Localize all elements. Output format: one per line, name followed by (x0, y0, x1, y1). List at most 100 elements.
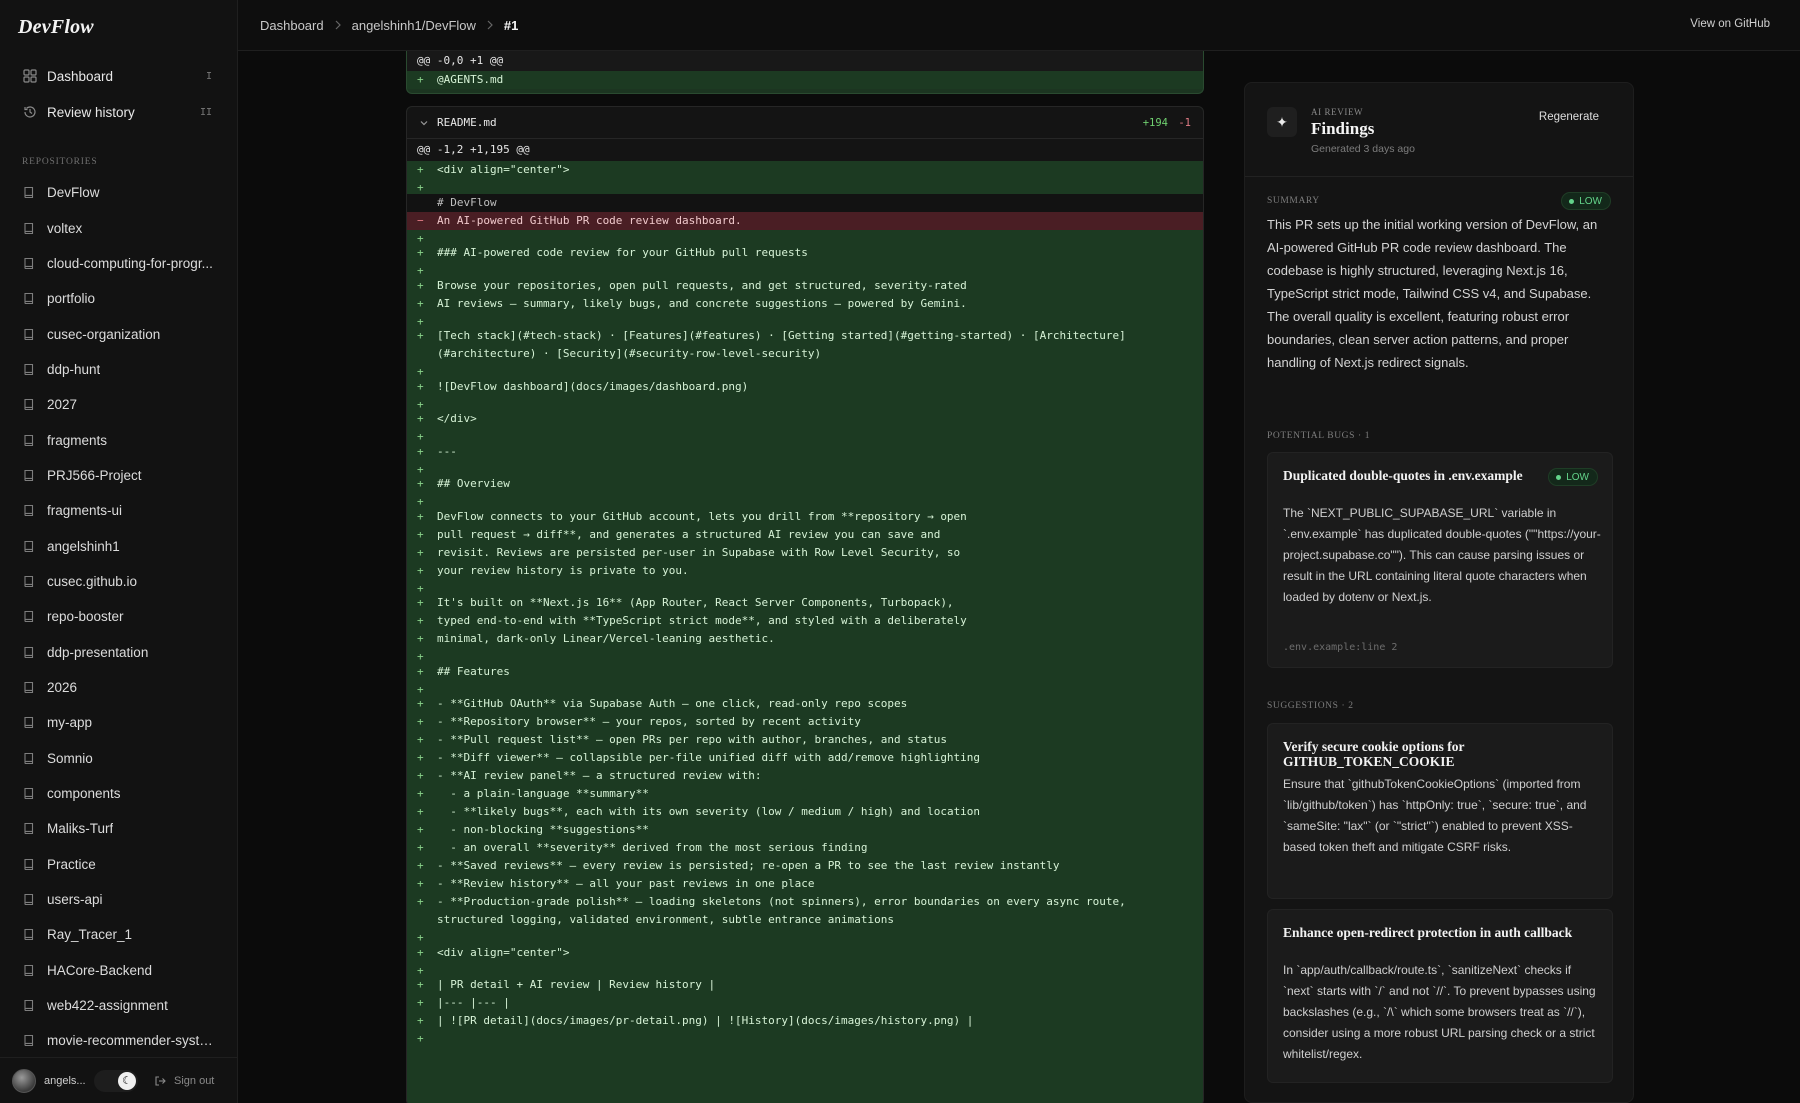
diff-line-added: + DevFlow connects to your GitHub account… (407, 507, 1203, 526)
sidebar-item-repo[interactable]: movie-recommender-syste... (10, 1023, 228, 1058)
status-dot-icon (1556, 474, 1562, 480)
diff-line-added: + - a plain-language **summary** (407, 785, 1203, 803)
book-icon (23, 787, 35, 800)
repo-name: ddp-presentation (47, 644, 149, 660)
suggestion-card: Enhance open-redirect protection in auth… (1267, 909, 1613, 1083)
sidebar-item-repo[interactable]: users-api (10, 882, 228, 917)
diff-line-text: An AI-powered GitHub PR code review dash… (437, 213, 742, 227)
sidebar-item-repo[interactable]: 2026 (10, 670, 228, 705)
suggestion-card: Verify secure cookie options for GITHUB_… (1267, 723, 1613, 899)
diff-line-text: pull request → diff**, and generates a s… (437, 527, 941, 541)
repo-name: repo-booster (47, 609, 124, 625)
sidebar-item-repo[interactable]: Somnio (10, 741, 228, 776)
sidebar-item-repo[interactable]: angelshinh1 (10, 528, 228, 563)
sidebar-item-repo[interactable]: fragments (10, 422, 228, 457)
diff-line-text: | PR detail + AI review | Review history… (437, 978, 716, 991)
sidebar-item-repo[interactable]: HACore-Backend (10, 953, 228, 988)
book-icon (23, 504, 35, 517)
diff-sign: + (417, 329, 424, 342)
sidebar-item-repo[interactable]: cusec-organization (10, 316, 228, 351)
primary-nav: Dashboard I Review history II (10, 58, 228, 130)
breadcrumb-dashboard[interactable]: Dashboard (260, 18, 324, 33)
diff-sign: + (417, 632, 424, 645)
diff-line-added: + (407, 312, 1203, 328)
sidebar-item-repo[interactable]: portfolio (10, 281, 228, 316)
diff-line-text: ## Overview (437, 477, 510, 490)
book-icon (23, 186, 35, 199)
sidebar-item-repo[interactable]: Practice (10, 847, 228, 882)
repo-name: 2027 (47, 397, 78, 413)
app-root: DevFlow Dashboard I Review history II Re… (0, 0, 1800, 1103)
breadcrumb-repo[interactable]: angelshinh1/DevFlow (352, 18, 476, 33)
view-on-github-link[interactable]: View on GitHub (1690, 18, 1770, 30)
book-icon (23, 999, 35, 1012)
repo-name: cloud-computing-for-progr... (47, 255, 213, 271)
book-icon (23, 363, 35, 376)
sidebar-item-repo[interactable]: ddp-hunt (10, 352, 228, 387)
diff-sign: + (417, 296, 424, 310)
diff-line-added: + (407, 428, 1203, 443)
diff-line-added: + (407, 579, 1203, 595)
bug-location[interactable]: .env.example:line 2 (1283, 642, 1397, 653)
diff-sign: + (417, 246, 424, 259)
diff-line-text: [Tech stack](#tech-stack) · [Features](#… (437, 329, 1126, 360)
sidebar-item-repo[interactable]: cloud-computing-for-progr... (10, 246, 228, 281)
diff-sign: + (417, 877, 424, 890)
file-header[interactable]: README.md +194 -1 (407, 107, 1203, 139)
sidebar-item-repo[interactable]: DevFlow (10, 175, 228, 210)
sidebar-item-repo[interactable]: PRJ566-Project (10, 458, 228, 493)
diff-line-added: + your review history is private to you. (407, 561, 1203, 580)
sidebar-item-repo[interactable]: 2027 (10, 387, 228, 422)
theme-toggle[interactable]: ☾ (94, 1069, 138, 1092)
regenerate-button[interactable]: Regenerate (1539, 111, 1599, 123)
sidebar-item-repo[interactable]: ddp-presentation (10, 634, 228, 669)
main-content: @@ -0,0 +1 @@ + @AGENTS.md README.md +194… (238, 51, 1800, 1103)
repo-name: users-api (47, 892, 103, 908)
sidebar-item-repo[interactable]: web422-assignment (10, 988, 228, 1023)
sidebar-item-repo[interactable]: voltex (10, 210, 228, 245)
review-header: ✦ AI Review Findings Generated 3 days ag… (1245, 83, 1633, 177)
book-icon (23, 222, 35, 235)
diff-sign: + (417, 527, 424, 541)
sidebar-item-repo[interactable]: Ray_Tracer_1 (10, 917, 228, 952)
diff-line-text: - a plain-language **summary** (437, 787, 649, 800)
diff-sign: + (417, 278, 424, 292)
chevron-down-icon[interactable] (419, 118, 429, 128)
book-icon (23, 752, 35, 765)
ai-review-panel: ✦ AI Review Findings Generated 3 days ag… (1244, 82, 1634, 1103)
diff-line-added: + Browse your repositories, open pull req… (407, 276, 1203, 295)
diff-line-added: + minimal, dark-only Linear/Vercel-leanin… (407, 630, 1203, 648)
diff-line-added: + </div> (407, 410, 1203, 428)
sidebar-item-repo[interactable]: repo-booster (10, 599, 228, 634)
brand-logo[interactable]: DevFlow (18, 16, 94, 39)
diff-line-added: + [Tech stack](#tech-stack) · [Features](… (407, 327, 1203, 363)
diff-line-text: --- (437, 444, 457, 458)
diff-line-added: + <div align="center"> (407, 943, 1203, 962)
sidebar-item-repo[interactable]: cusec.github.io (10, 564, 228, 599)
diff-line-added: + (407, 262, 1203, 277)
sidebar-item-repo[interactable]: Maliks-Turf (10, 811, 228, 846)
diff-line-added: + | PR detail + AI review | Review histor… (407, 976, 1203, 994)
nav-item-review-history[interactable]: Review history II (10, 94, 228, 130)
sidebar-item-repo[interactable]: fragments-ui (10, 493, 228, 528)
repo-name: ddp-hunt (47, 361, 101, 377)
file-name: README.md (437, 116, 497, 129)
nav-item-dashboard[interactable]: Dashboard I (10, 58, 228, 94)
bugs-label: Potential bugs · 1 (1267, 431, 1371, 441)
diff-line-added: + - **Diff viewer** — collapsible per-fil… (407, 749, 1203, 767)
repo-name: Ray_Tracer_1 (47, 927, 133, 943)
diff-line-added: + ### AI-powered code review for your Git… (407, 244, 1203, 262)
diff-line-text: - **Repository browser** — your repos, s… (437, 715, 861, 728)
sidebar-item-repo[interactable]: components (10, 776, 228, 811)
avatar[interactable] (12, 1068, 36, 1093)
diff-sign: + (417, 697, 424, 710)
sidebar-item-repo[interactable]: my-app (10, 705, 228, 740)
severity-badge: LOW (1561, 192, 1611, 210)
repo-name: PRJ566-Project (47, 467, 142, 483)
diff-line-added: + - **Repository browser** — your repos, … (407, 713, 1203, 731)
diff-sign: + (417, 664, 424, 678)
diff-sign: + (417, 978, 424, 991)
sign-out-button[interactable]: Sign out (154, 1075, 214, 1087)
diff-line-text: It's built on **Next.js 16** (App Router… (437, 596, 954, 609)
review-title: Findings (1311, 119, 1375, 138)
